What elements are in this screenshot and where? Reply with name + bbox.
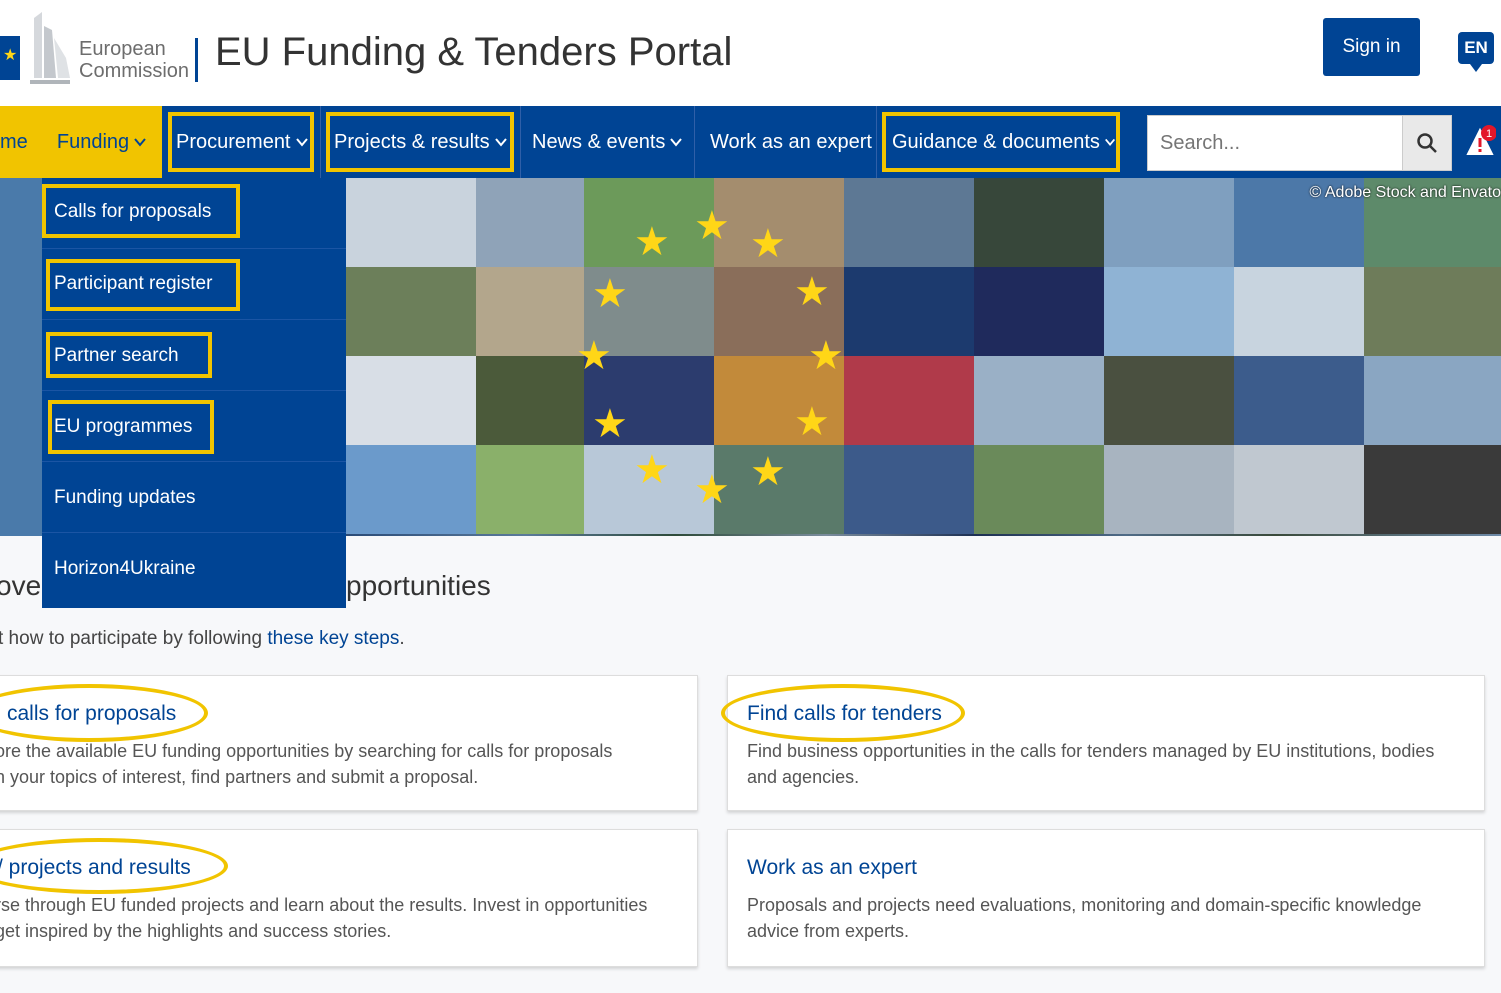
section-heading: ove [0,570,42,601]
card-description: ore the available EU funding opportuniti… [0,741,613,787]
alert-count: 1 [1486,128,1492,140]
section-heading-continued: pportunities [346,570,491,601]
portal-title[interactable]: EU Funding & Tenders Portal [215,30,732,75]
ec-logo-icon [30,12,70,84]
sign-in-button[interactable]: Sign in [1323,18,1420,76]
dropdown-item-participant-register[interactable]: Participant register [42,249,346,320]
site-header: ★ European Commission EU Funding & Tende… [0,0,1501,106]
nav-separator [520,106,521,178]
eu-star-icon: ★ [808,334,844,378]
header-divider [195,38,198,82]
eu-star-icon: ★ [794,400,830,444]
nav-funding[interactable]: Funding [42,106,162,178]
eu-star-icon: ★ [794,270,830,314]
chevron-down-icon [295,138,308,147]
dropdown-item-funding-updates[interactable]: Funding updates [42,462,346,533]
intro-text: t how to participate by following these … [0,628,405,649]
highlight-ellipse [721,684,965,742]
card-work-as-expert[interactable]: Work as an expert Proposals and projects… [727,829,1485,967]
eu-star-icon: ★ [694,468,730,512]
funding-dropdown-menu: Calls for proposals Participant register… [42,178,346,608]
image-credit: © Adobe Stock and Envato [1309,184,1501,201]
nav-home[interactable]: me [0,106,42,178]
eu-star-icon: ★ [694,204,730,248]
chevron-down-icon [1104,138,1115,146]
eu-star-icon: ★ [592,402,628,446]
card-description: Find business opportunities in the calls… [747,741,1435,787]
nav-guidance-documents[interactable]: Guidance & documents [876,106,1126,178]
dropdown-item-calls-for-proposals[interactable]: Calls for proposals [42,178,346,249]
alert-icon[interactable]: 1 [1466,124,1496,158]
card-description: rse through EU funded projects and learn… [0,895,648,941]
nav-separator [694,106,695,178]
eu-star-icon: ★ [750,222,786,266]
dropdown-item-eu-programmes[interactable]: EU programmes [42,391,346,462]
ec-name[interactable]: European Commission [79,38,189,82]
nav-projects-results[interactable]: Projects & results [320,106,520,178]
language-selector[interactable]: EN [1458,32,1494,72]
eu-star-icon: ★ [634,220,670,264]
nav-procurement[interactable]: Procurement [162,106,320,178]
eu-star-icon: ★ [592,272,628,316]
card-title[interactable]: Work as an expert [747,856,917,880]
eu-star-icon: ★ [750,450,786,494]
chevron-down-icon [134,138,146,147]
chevron-down-icon [494,138,507,147]
card-description: Proposals and projects need evaluations,… [747,895,1422,941]
dropdown-item-partner-search[interactable]: Partner search [42,320,346,391]
eu-star-icon: ★ [576,334,612,378]
search-button[interactable] [1402,115,1452,171]
key-steps-link[interactable]: these key steps [267,628,399,649]
dropdown-item-horizon4ukraine[interactable]: Horizon4Ukraine [42,533,346,604]
nav-work-as-expert[interactable]: Work as an expert [700,106,876,178]
eu-star-icon: ★ [634,448,670,492]
chevron-down-icon [670,138,683,147]
search-input[interactable] [1147,115,1403,171]
search-icon [1417,133,1437,153]
eu-flag-icon: ★ [0,36,20,80]
nav-news-events[interactable]: News & events [522,106,694,178]
